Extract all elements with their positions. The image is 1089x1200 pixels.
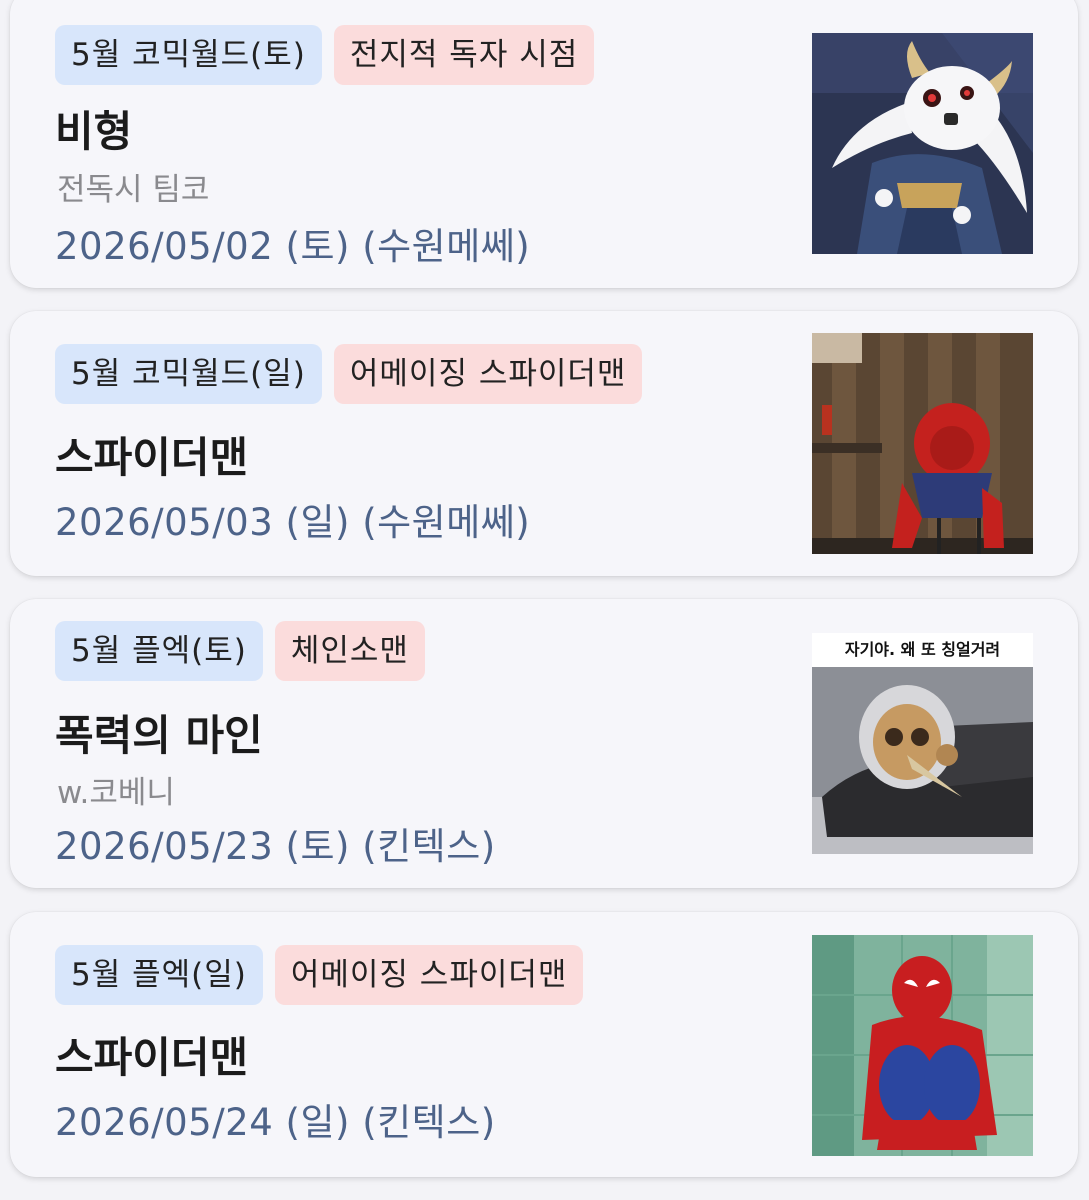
event-card[interactable]: 5월 플엑(일) 어메이징 스파이더맨 스파이더맨 2026/05/24 (일)… <box>10 912 1078 1177</box>
event-title: 폭력의 마인 <box>55 711 263 760</box>
event-title: 스파이더맨 <box>55 433 249 482</box>
tag-row: 5월 코믹월드(일) 어메이징 스파이더맨 <box>55 344 643 404</box>
spiderman-sitting-image[interactable] <box>812 333 1033 554</box>
event-tag: 5월 코믹월드(토) <box>55 25 322 85</box>
event-card[interactable]: 5월 코믹월드(일) 어메이징 스파이더맨 스파이더맨 2026/05/03 (… <box>10 311 1078 576</box>
event-subtitle: 전독시 팀코 <box>57 172 210 208</box>
tag-row: 5월 코믹월드(토) 전지적 독자 시점 <box>55 25 595 85</box>
event-subtitle: w.코베니 <box>57 775 175 811</box>
work-tag: 전지적 독자 시점 <box>333 25 595 85</box>
tag-row: 5월 플엑(일) 어메이징 스파이더맨 <box>55 945 584 1005</box>
work-tag: 어메이징 스파이더맨 <box>274 945 584 1005</box>
event-tag: 5월 코믹월드(일) <box>55 344 322 404</box>
event-date: 2026/05/03 (일) (수원메쎄) <box>55 501 531 544</box>
event-card[interactable]: 5월 코믹월드(토) 전지적 독자 시점 비형 전독시 팀코 2026/05/0… <box>10 0 1078 288</box>
event-date: 2026/05/23 (토) (킨텍스) <box>55 825 496 868</box>
event-date: 2026/05/24 (일) (킨텍스) <box>55 1101 496 1144</box>
horned-mascot-image[interactable] <box>812 33 1033 254</box>
event-list: 5월 코믹월드(토) 전지적 독자 시점 비형 전독시 팀코 2026/05/0… <box>0 0 1089 1200</box>
event-title: 비형 <box>55 107 133 156</box>
work-tag: 체인소맨 <box>274 621 425 681</box>
event-date: 2026/05/02 (토) (수원메쎄) <box>55 225 531 268</box>
tag-row: 5월 플엑(토) 체인소맨 <box>55 621 425 681</box>
spiderman-crouching-image[interactable] <box>812 935 1033 1156</box>
event-tag: 5월 플엑(토) <box>55 621 263 681</box>
meme-caption: 자기야. 왜 또 칭얼거려 <box>812 633 1033 667</box>
work-tag: 어메이징 스파이더맨 <box>333 344 643 404</box>
event-card[interactable]: 5월 플엑(토) 체인소맨 폭력의 마인 w.코베니 2026/05/23 (토… <box>10 599 1078 888</box>
event-tag: 5월 플엑(일) <box>55 945 263 1005</box>
event-title: 스파이더맨 <box>55 1033 249 1082</box>
plague-mask-meme-image[interactable]: 자기야. 왜 또 칭얼거려 <box>812 633 1033 854</box>
